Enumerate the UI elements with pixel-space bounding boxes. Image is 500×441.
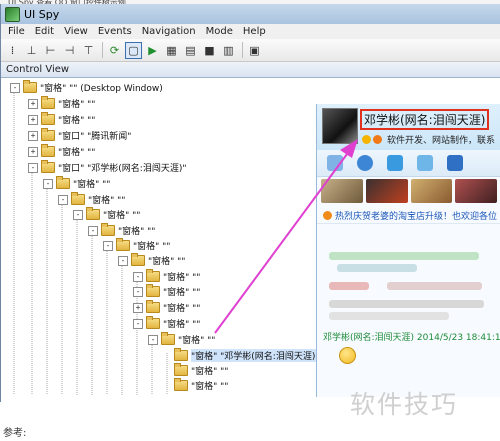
caption-text: 参考:: [3, 428, 27, 439]
annotation-arrow: [214, 139, 358, 334]
watermark: 软件技巧: [350, 390, 459, 419]
